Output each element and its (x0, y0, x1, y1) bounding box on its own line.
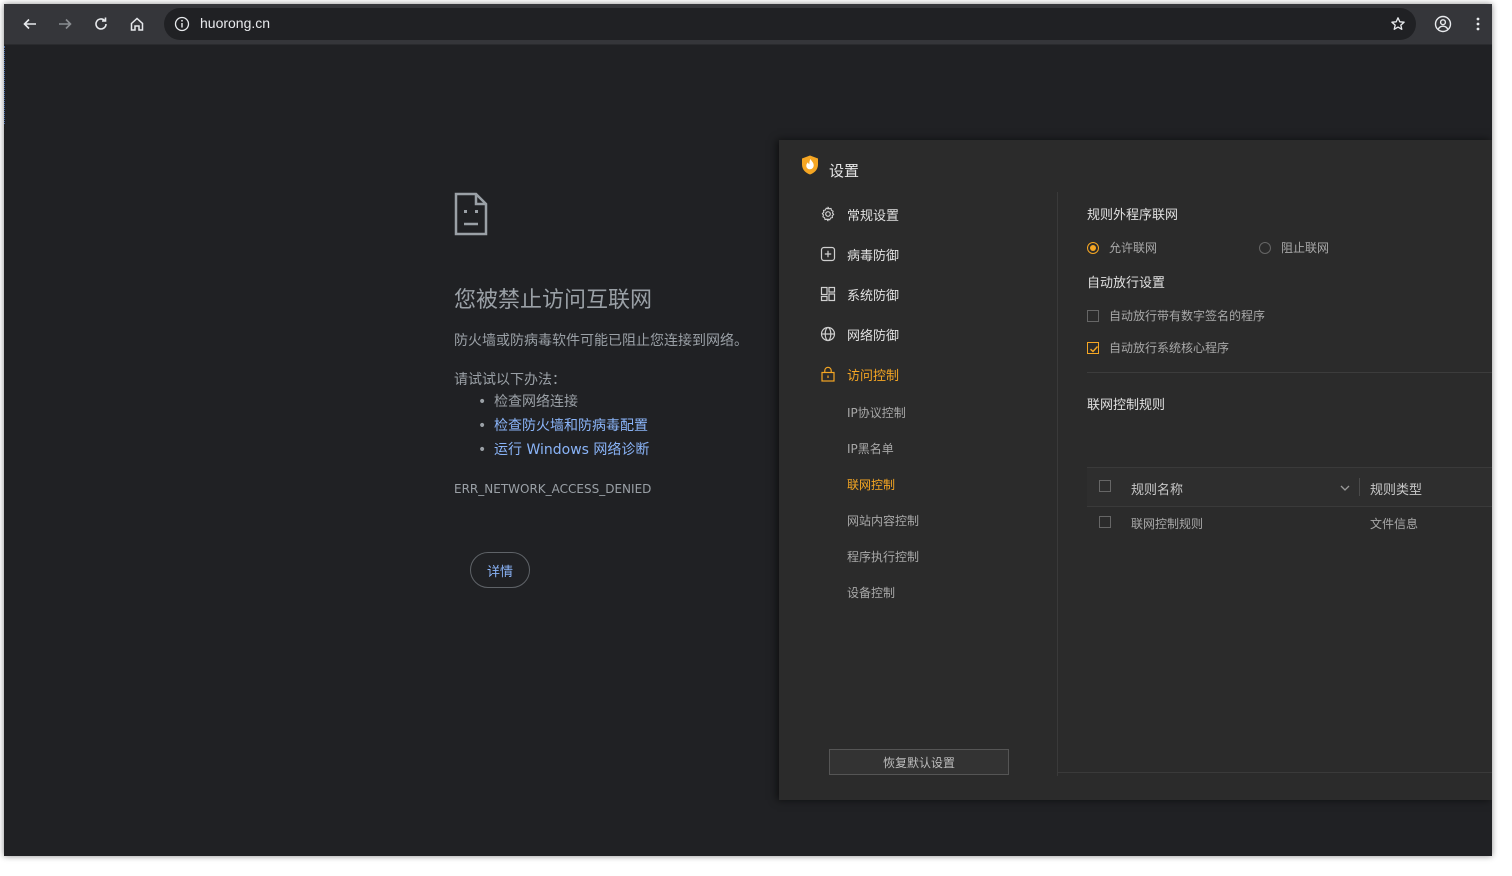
settings-header: 设置 (779, 140, 1492, 188)
side-marker (4, 46, 7, 124)
checkbox-auto-core[interactable]: 自动放行系统核心程序 (1087, 339, 1229, 356)
menu-virus-defense[interactable]: 病毒防御 (819, 242, 899, 266)
rules-table-header: 规则名称 规则类型 (1087, 467, 1492, 507)
checkbox-auto-signed[interactable]: 自动放行带有数字签名的程序 (1087, 307, 1265, 324)
profile-icon[interactable] (1429, 10, 1457, 38)
radio-allow-network[interactable]: 允许联网 (1087, 239, 1157, 256)
reload-icon[interactable] (87, 10, 115, 38)
radio-button-selected[interactable] (1087, 241, 1099, 254)
bookmark-star-icon[interactable] (1388, 14, 1408, 34)
radio-label: 允许联网 (1109, 241, 1158, 255)
try-label: 请试试以下办法： (454, 372, 566, 388)
menu-label: 常规设置 (847, 208, 900, 224)
auto-section-title: 自动放行设置 (1087, 276, 1166, 291)
rule-type-cell: 文件信息 (1370, 517, 1419, 531)
back-icon[interactable] (16, 10, 44, 38)
settings-sidebar: 常规设置 病毒防御 系统防御 网络防御 访问控制 IP协议控制 IP黑名单 联网… (779, 188, 1057, 800)
row-checkbox[interactable] (1099, 516, 1111, 528)
column-rule-name[interactable]: 规则名称 (1131, 479, 1183, 498)
menu-network-defense[interactable]: 网络防御 (819, 322, 899, 346)
menu-access-control[interactable]: 访问控制 (819, 362, 899, 386)
rule-section-title: 规则外程序联网 (1087, 208, 1179, 223)
restore-defaults-button[interactable]: 恢复默认设置 (829, 749, 1009, 775)
checkbox[interactable] (1087, 309, 1099, 322)
menu-label: 系统防御 (847, 288, 900, 304)
address-bar[interactable]: huorong.cn (164, 8, 1416, 40)
suggestion-check-network: 检查网络连接 (474, 392, 649, 416)
radio-label: 阻止联网 (1281, 241, 1330, 255)
browser-window: huorong.cn 您被禁止访问互联网 防火墙或防病毒软件可能已阻止您连接到网… (4, 4, 1492, 856)
menu-general-settings[interactable]: 常规设置 (819, 202, 899, 226)
radio-block-network[interactable]: 阻止联网 (1259, 239, 1329, 256)
suggestion-check-firewall-link[interactable]: 检查防火墙和防病毒配置 (474, 416, 649, 440)
submenu-ip-protocol-control[interactable]: IP协议控制 (847, 404, 906, 421)
rules-title: 联网控制规则 (1087, 398, 1166, 413)
details-button[interactable]: 详情 (470, 552, 530, 588)
error-title: 您被禁止访问互联网 (454, 287, 653, 312)
column-rule-type[interactable]: 规则类型 (1370, 479, 1422, 498)
suggestion-run-diagnostics-link[interactable]: 运行 Windows 网络诊断 (474, 440, 649, 464)
forward-icon[interactable] (51, 10, 79, 38)
table-row[interactable]: 联网控制规则 文件信息 (1087, 505, 1492, 541)
sad-document-icon (454, 192, 488, 240)
huorong-logo-icon (801, 155, 819, 179)
section-divider (1087, 372, 1492, 373)
checkbox-label: 自动放行系统核心程序 (1109, 341, 1230, 355)
settings-window: 设置 常规设置 病毒防御 系统防御 网络防御 访问控制 IP协议控制 IP黑名单… (779, 140, 1492, 800)
site-info-icon[interactable] (172, 14, 192, 34)
globe-icon (819, 325, 837, 343)
home-icon[interactable] (123, 10, 151, 38)
error-description: 防火墙或防病毒软件可能已阻止您连接到网络。 (454, 333, 748, 349)
column-divider[interactable] (1359, 478, 1360, 496)
chevron-down-icon[interactable] (1339, 479, 1351, 498)
rule-name-cell: 联网控制规则 (1131, 517, 1204, 531)
submenu-ip-blacklist[interactable]: IP黑名单 (847, 440, 894, 457)
lock-icon (819, 365, 837, 383)
submenu-website-content-control[interactable]: 网站内容控制 (847, 512, 919, 529)
checkbox-label: 自动放行带有数字签名的程序 (1109, 309, 1266, 323)
gear-icon (819, 205, 837, 223)
submenu-program-execution-control[interactable]: 程序执行控制 (847, 548, 919, 565)
menu-label: 网络防御 (847, 328, 900, 344)
select-all-checkbox[interactable] (1099, 480, 1111, 492)
menu-icon[interactable] (1464, 10, 1492, 38)
content-bottom-border (1058, 772, 1492, 773)
submenu-device-control[interactable]: 设备控制 (847, 584, 895, 601)
plus-box-icon (819, 245, 837, 263)
grid-icon (819, 285, 837, 303)
suggestion-list: 检查网络连接 检查防火墙和防病毒配置 运行 Windows 网络诊断 (474, 392, 649, 464)
submenu-network-control[interactable]: 联网控制 (847, 476, 895, 493)
url-text[interactable]: huorong.cn (200, 15, 270, 31)
menu-label: 访问控制 (847, 368, 900, 384)
menu-label: 病毒防御 (847, 248, 900, 264)
settings-content: 规则外程序联网 允许联网 阻止联网 自动放行设置 自动放行带有数字签名的程序 自… (1058, 188, 1492, 800)
menu-system-defense[interactable]: 系统防御 (819, 282, 899, 306)
settings-title: 设置 (829, 162, 860, 180)
checkbox-checked[interactable] (1087, 341, 1099, 354)
browser-toolbar: huorong.cn (4, 4, 1492, 45)
radio-button[interactable] (1259, 241, 1271, 254)
error-code: ERR_NETWORK_ACCESS_DENIED (454, 482, 652, 496)
